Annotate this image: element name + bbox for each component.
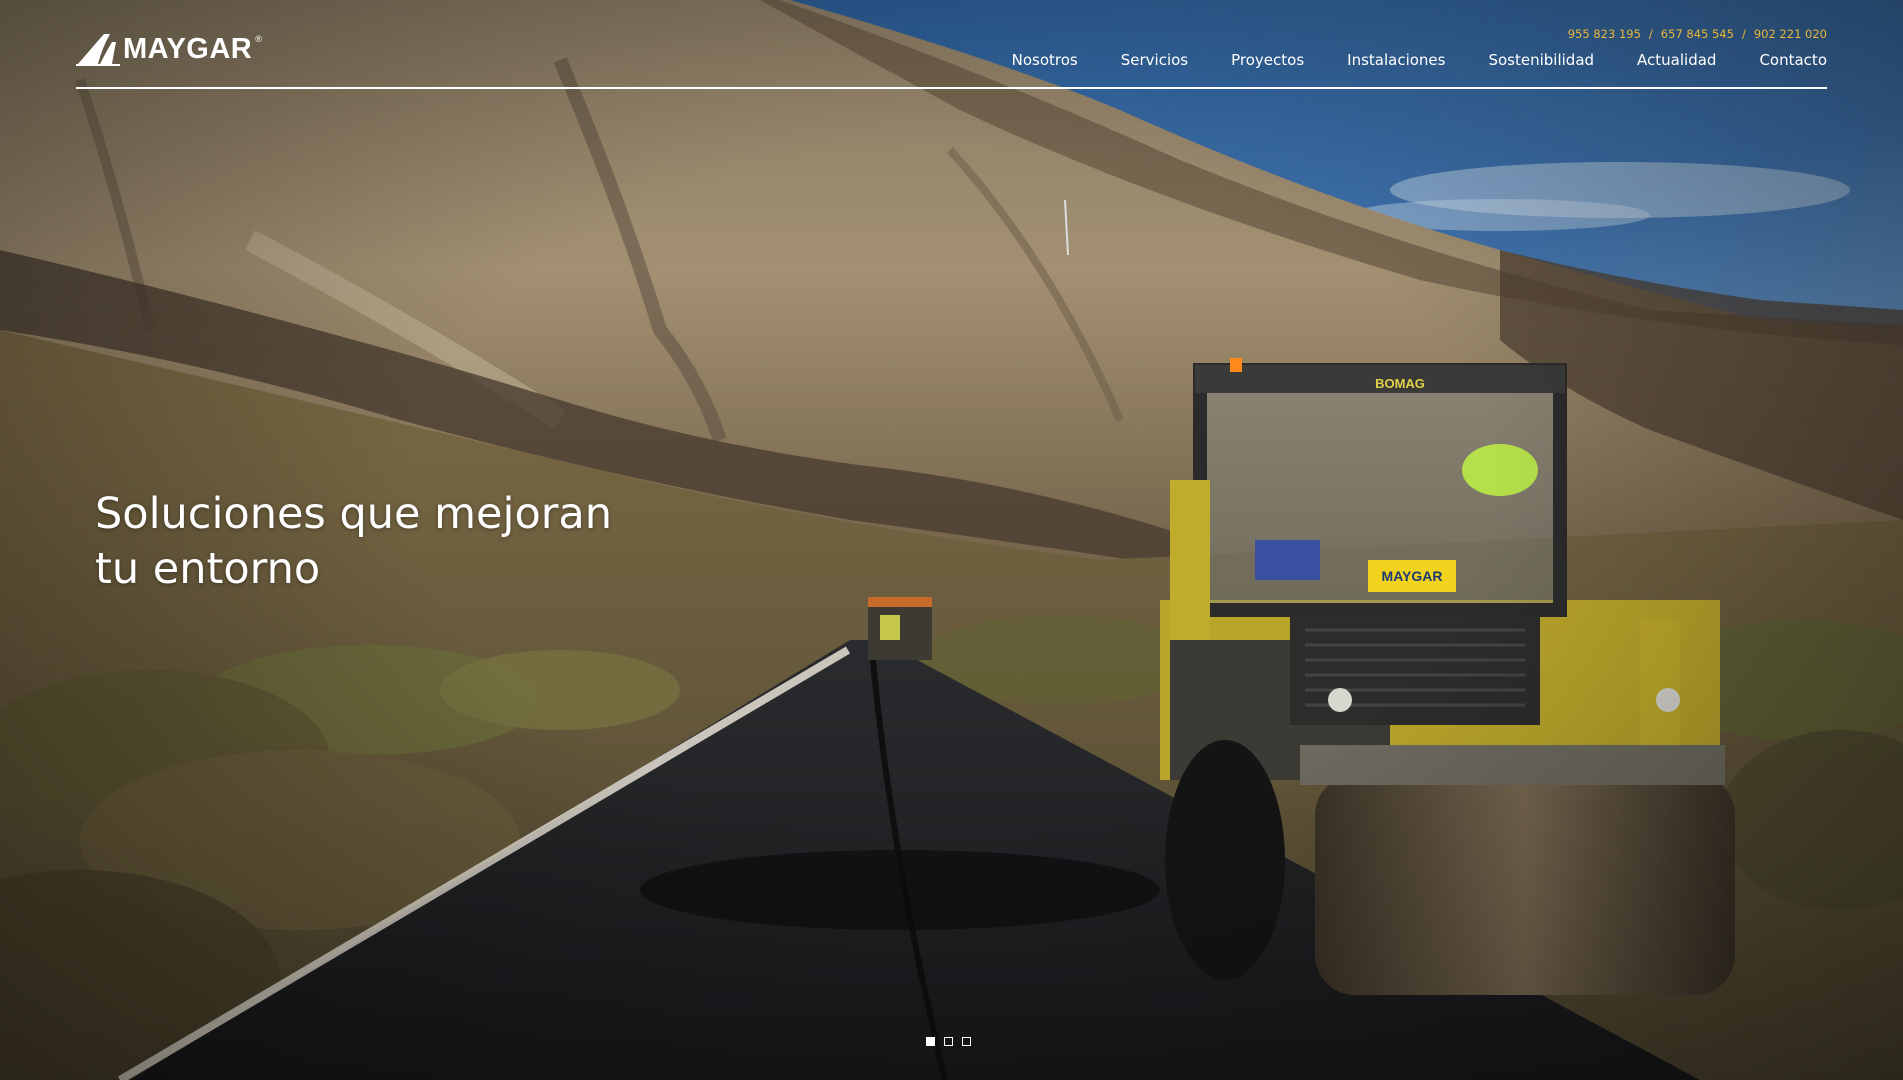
nav-item-contacto[interactable]: Contacto [1759, 51, 1827, 69]
brand-logo[interactable]: MAYGAR ® [76, 32, 262, 66]
phone-link-3[interactable]: 902 221 020 [1754, 27, 1827, 41]
nav-item-servicios[interactable]: Servicios [1121, 51, 1188, 69]
main-nav: Nosotros Servicios Proyectos Instalacion… [1012, 51, 1827, 69]
hero-slider: MAYGAR BOMAG MAYGAR ® 955 823 195 / 657 … [0, 0, 1903, 1080]
slider-pagination [926, 1037, 971, 1046]
nav-item-sostenibilidad[interactable]: Sostenibilidad [1488, 51, 1594, 69]
phone-separator: / [1741, 27, 1746, 41]
registered-mark: ® [255, 34, 262, 44]
nav-item-nosotros[interactable]: Nosotros [1012, 51, 1078, 69]
phone-separator: / [1648, 27, 1653, 41]
contact-phones: 955 823 195 / 657 845 545 / 902 221 020 [1568, 27, 1827, 41]
slide-dot-2[interactable] [944, 1037, 953, 1046]
svg-text:BOMAG: BOMAG [1375, 376, 1425, 391]
sail-logo-icon [76, 34, 120, 66]
phone-link-1[interactable]: 955 823 195 [1568, 27, 1641, 41]
slide-dot-1[interactable] [926, 1037, 935, 1046]
brand-name: MAYGAR [123, 32, 253, 65]
nav-item-proyectos[interactable]: Proyectos [1231, 51, 1304, 69]
svg-text:MAYGAR: MAYGAR [1382, 568, 1443, 584]
hero-headline: Soluciones que mejoran tu entorno [95, 487, 612, 597]
hero-headline-line2: tu entorno [95, 544, 321, 594]
hero-headline-line1: Soluciones que mejoran [95, 489, 613, 539]
nav-item-actualidad[interactable]: Actualidad [1637, 51, 1716, 69]
nav-item-instalaciones[interactable]: Instalaciones [1347, 51, 1445, 69]
site-header: MAYGAR ® 955 823 195 / 657 845 545 / 902… [76, 0, 1827, 89]
slide-dot-3[interactable] [962, 1037, 971, 1046]
phone-link-2[interactable]: 657 845 545 [1661, 27, 1734, 41]
